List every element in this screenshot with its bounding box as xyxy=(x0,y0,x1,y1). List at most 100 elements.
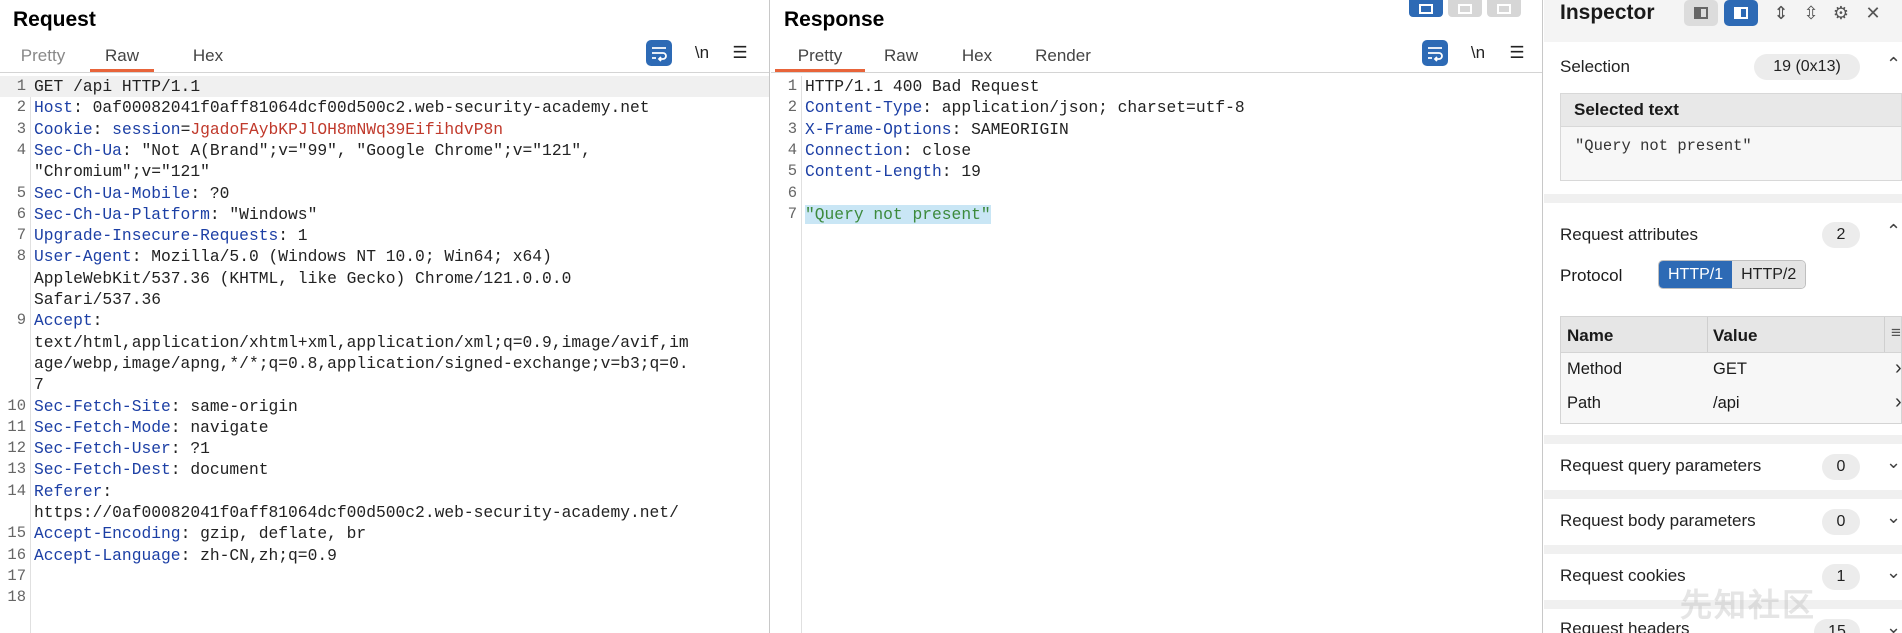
line-text: Sec-Ch-Ua-Platform: "Windows" xyxy=(34,204,318,224)
editor-line[interactable]: 13 Sec-Fetch-Dest: document xyxy=(0,459,769,480)
editor-line[interactable]: 7 "Query not present" xyxy=(771,204,1542,225)
line-text: Connection: close xyxy=(805,140,972,160)
editor-line[interactable]: 5 Content-Length: 19 xyxy=(771,161,1542,182)
line-text: Cookie: session=JgadoFAybKPJlOH8mNWq39Ei… xyxy=(34,119,504,139)
selected-text-value[interactable]: "Query not present" xyxy=(1561,127,1901,155)
chevron-up-icon[interactable]: ⌃ xyxy=(1886,221,1901,242)
tab-request-raw[interactable]: Raw xyxy=(90,42,154,72)
layout-tabs-icon[interactable] xyxy=(1487,0,1521,17)
request-menu-icon[interactable]: ☰ xyxy=(728,40,752,66)
tab-request-hex[interactable]: Hex xyxy=(176,42,240,72)
tab-response-hex[interactable]: Hex xyxy=(945,42,1009,72)
gear-icon[interactable]: ⚙ xyxy=(1828,0,1854,26)
line-number: 6 xyxy=(787,183,797,202)
table-row[interactable]: Method GET › xyxy=(1561,353,1902,387)
protocol-toggle: HTTP/1 HTTP/2 xyxy=(1658,260,1807,289)
collapse-all-icon[interactable]: ⇳ xyxy=(1798,0,1824,26)
chevron-down-icon[interactable]: ⌄ xyxy=(1886,507,1901,528)
inspector-title: Inspector xyxy=(1560,1,1655,24)
chevron-right-icon[interactable]: › xyxy=(1895,357,1902,380)
selection-label[interactable]: Selection xyxy=(1560,57,1630,77)
line-number: 5 xyxy=(787,162,797,181)
editor-line[interactable]: 8 User-Agent: Mozilla/5.0 (Windows NT 10.… xyxy=(0,246,769,267)
line-number: 3 xyxy=(787,119,797,138)
editor-line[interactable]: 6 xyxy=(771,183,1542,204)
watermark: 先知社区 xyxy=(1680,587,1817,623)
editor-line[interactable]: 1 GET /api HTTP/1.1 xyxy=(0,76,769,98)
chevron-down-icon[interactable]: ⌄ xyxy=(1886,617,1901,633)
show-newlines-button[interactable]: \n xyxy=(1466,40,1490,66)
editor-line[interactable]: 17 xyxy=(0,566,769,587)
layout-side-by-side-icon[interactable] xyxy=(1409,0,1443,17)
editor-line[interactable]: AppleWebKit/537.36 (KHTML, like Gecko) C… xyxy=(0,268,769,289)
section-count: 15 xyxy=(1814,619,1860,633)
chevron-up-icon[interactable]: ⌃ xyxy=(1886,54,1901,75)
editor-line[interactable]: 9 Accept: xyxy=(0,310,769,331)
attribute-value: GET xyxy=(1713,360,1747,378)
editor-line[interactable]: 2 Content-Type: application/json; charset… xyxy=(771,97,1542,118)
editor-line[interactable]: 3 X-Frame-Options: SAMEORIGIN xyxy=(771,119,1542,140)
line-text: User-Agent: Mozilla/5.0 (Windows NT 10.0… xyxy=(34,247,552,267)
protocol-http2-option[interactable]: HTTP/2 xyxy=(1732,261,1806,288)
line-number: 6 xyxy=(16,204,26,223)
word-wrap-icon xyxy=(652,47,667,62)
line-number: 8 xyxy=(16,247,26,266)
editor-line[interactable]: https://0af00082041f0aff81064dcf00d500c2… xyxy=(0,502,769,523)
editor-line[interactable]: 10 Sec-Fetch-Site: same-origin xyxy=(0,396,769,417)
tab-request-pretty[interactable]: Pretty xyxy=(6,42,80,72)
word-wrap-toggle-button[interactable] xyxy=(646,40,672,66)
chevron-down-icon[interactable]: ⌄ xyxy=(1886,562,1901,583)
editor-line[interactable]: 12 Sec-Fetch-User: ?1 xyxy=(0,438,769,459)
request-attributes-label[interactable]: Request attributes xyxy=(1560,225,1698,245)
request-body-parameters-section[interactable]: Request body parameters 0 ⌄ xyxy=(1544,499,1902,545)
editor-line[interactable]: 11 Sec-Fetch-Mode: navigate xyxy=(0,417,769,438)
request-query-parameters-section[interactable]: Request query parameters 0 ⌄ xyxy=(1544,444,1902,490)
editor-line[interactable]: 2 Host: 0af00082041f0aff81064dcf00d500c2.… xyxy=(0,97,769,118)
tab-response-pretty[interactable]: Pretty xyxy=(775,42,865,72)
expand-all-icon[interactable]: ⇕ xyxy=(1768,0,1794,26)
editor-line[interactable]: 6 Sec-Ch-Ua-Platform: "Windows" xyxy=(0,204,769,225)
editor-line[interactable]: 14 Referer: xyxy=(0,481,769,502)
editor-line[interactable]: text/html,application/xhtml+xml,applicat… xyxy=(0,332,769,353)
editor-line[interactable]: Safari/537.36 xyxy=(0,289,769,310)
line-number: 18 xyxy=(7,588,26,607)
editor-line[interactable]: 4 Sec-Ch-Ua: "Not A(Brand";v="99", "Googl… xyxy=(0,140,769,161)
word-wrap-icon[interactable]: ≡ xyxy=(1891,323,1901,343)
request-editor[interactable]: 1 GET /api HTTP/1.1 2 Host: 0af00082041f0af… xyxy=(0,76,769,633)
editor-line[interactable]: 5 Sec-Ch-Ua-Mobile: ?0 xyxy=(0,183,769,204)
editor-line[interactable]: "Chromium";v="121" xyxy=(0,161,769,182)
editor-line[interactable]: 3 Cookie: session=JgadoFAybKPJlOH8mNWq39E… xyxy=(0,119,769,140)
attribute-name: Method xyxy=(1567,360,1623,378)
editor-line[interactable]: 7 Upgrade-Insecure-Requests: 1 xyxy=(0,225,769,246)
show-newlines-button[interactable]: \n xyxy=(690,40,714,66)
line-number: 15 xyxy=(7,524,26,543)
editor-line[interactable]: 7 xyxy=(0,374,769,395)
value-column-header[interactable]: Value xyxy=(1713,326,1757,346)
response-editor[interactable]: 1 HTTP/1.1 400 Bad Request 2 Content-Type: … xyxy=(771,76,1542,633)
editor-line[interactable]: 16 Accept-Language: zh-CN,zh;q=0.9 xyxy=(0,545,769,566)
tab-response-render[interactable]: Render xyxy=(1021,42,1105,72)
chevron-right-icon[interactable]: › xyxy=(1895,391,1902,414)
chevron-down-icon[interactable]: ⌄ xyxy=(1886,452,1901,473)
protocol-http1-option[interactable]: HTTP/1 xyxy=(1659,261,1733,288)
inspector-layout-left-icon[interactable] xyxy=(1684,0,1718,26)
close-icon[interactable]: ✕ xyxy=(1860,0,1886,26)
editor-line[interactable]: age/webp,image/apng,*/*;q=0.8,applicatio… xyxy=(0,353,769,374)
response-menu-icon[interactable]: ☰ xyxy=(1505,40,1529,66)
word-wrap-toggle-button[interactable] xyxy=(1422,40,1448,66)
table-row[interactable]: Path /api › xyxy=(1561,387,1902,421)
line-number: 3 xyxy=(16,119,26,138)
editor-line[interactable]: 18 xyxy=(0,587,769,608)
name-column-header[interactable]: Name xyxy=(1567,326,1613,346)
editor-line[interactable]: 4 Connection: close xyxy=(771,140,1542,161)
line-number: 9 xyxy=(16,311,26,330)
inspector-layout-right-icon[interactable] xyxy=(1724,0,1758,26)
editor-line[interactable]: 1 HTTP/1.1 400 Bad Request xyxy=(771,76,1542,97)
protocol-label: Protocol xyxy=(1560,266,1623,285)
tab-response-raw[interactable]: Raw xyxy=(869,42,933,72)
layout-top-bottom-icon[interactable] xyxy=(1448,0,1482,17)
section-divider xyxy=(1544,194,1902,203)
section-label: Request query parameters xyxy=(1560,456,1762,475)
line-text: Accept: xyxy=(34,311,103,331)
editor-line[interactable]: 15 Accept-Encoding: gzip, deflate, br xyxy=(0,523,769,544)
